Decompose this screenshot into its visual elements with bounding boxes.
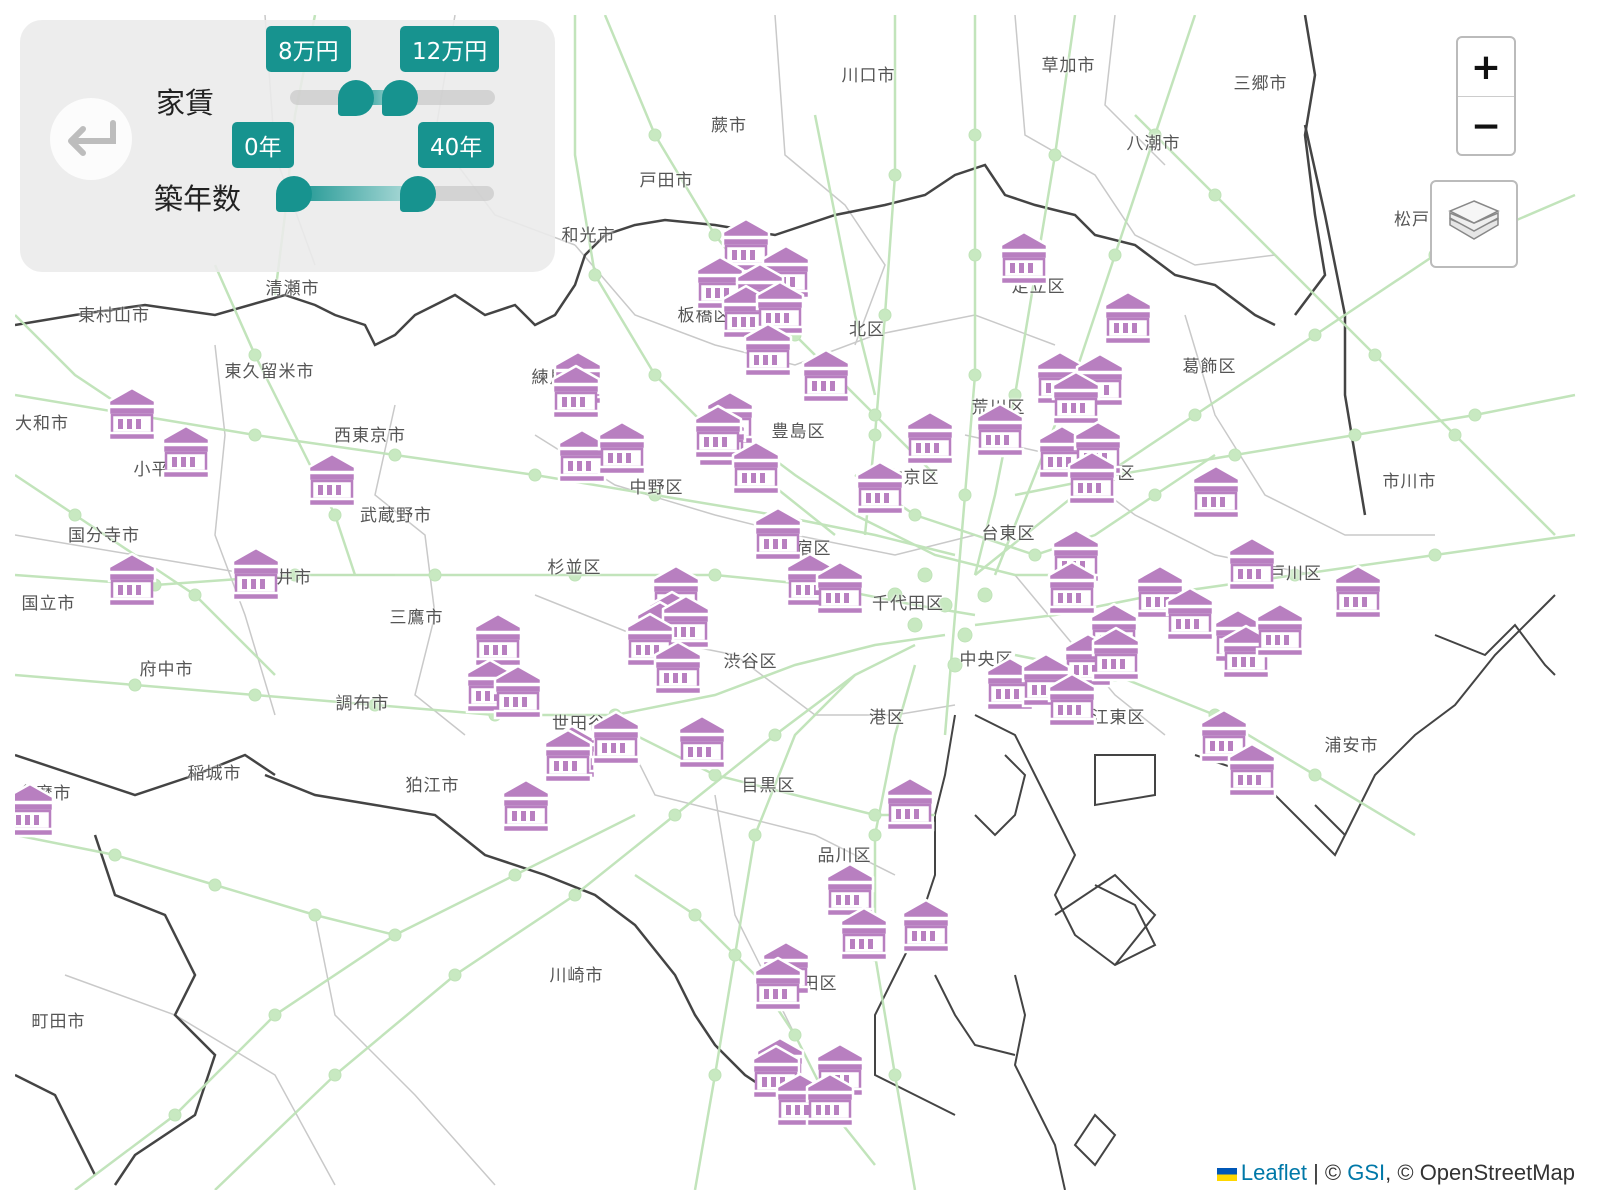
rent-label: 家賃 [156,86,215,120]
place-label: 目黒区 [741,776,796,796]
place-label: 稲城市 [187,764,242,784]
property-marker-icon[interactable] [903,409,957,467]
place-label: 渋谷区 [723,652,778,672]
place-label: 戸田市 [639,171,694,191]
property-marker-icon[interactable] [997,229,1051,287]
attribution-separator: | © [1306,1160,1348,1185]
property-marker-icon[interactable] [589,709,643,767]
place-label: 北区 [849,320,885,340]
place-label: 江東区 [1091,708,1146,728]
property-marker-icon[interactable] [1045,671,1099,729]
layers-icon [1448,200,1500,240]
layers-button[interactable] [1430,180,1518,268]
place-label: 三郷市 [1233,74,1288,94]
place-label: 府中市 [139,660,194,680]
property-marker-icon[interactable] [105,385,159,443]
place-label: 葛飾区 [1182,357,1237,377]
place-label: 国分寺市 [68,526,140,546]
property-marker-icon[interactable] [899,897,953,955]
property-marker-icon[interactable] [883,775,937,833]
ukraine-flag-icon [1216,1167,1237,1181]
property-marker-icon[interactable] [15,781,57,839]
leaflet-link[interactable]: Leaflet [1241,1160,1307,1185]
property-marker-icon[interactable] [729,439,783,497]
place-label: 武蔵野市 [360,506,432,526]
place-label: 清瀬市 [265,279,320,299]
place-label: 川崎市 [549,966,604,986]
property-marker-icon[interactable] [595,419,649,477]
property-marker-icon[interactable] [491,663,545,721]
property-marker-icon[interactable] [305,451,359,509]
return-arrow-icon [68,120,116,156]
filter-panel: 家賃 8万円 12万円 築年数 0年 40年 [20,20,555,272]
age-max-handle[interactable] [400,176,436,212]
place-label: 台東区 [981,524,1036,544]
rent-max-tooltip: 12万円 [400,26,500,72]
place-label: 市川市 [1382,472,1437,492]
place-label: 東久留米市 [224,362,315,382]
property-marker-icon[interactable] [837,905,891,963]
place-label: 西東京市 [334,426,406,446]
place-label: 浦安市 [1324,736,1379,756]
rent-max-handle[interactable] [382,80,418,116]
property-marker-icon[interactable] [1163,585,1217,643]
property-marker-icon[interactable] [973,401,1027,459]
property-marker-icon[interactable] [499,777,553,835]
property-marker-icon[interactable] [1331,563,1385,621]
property-marker-icon[interactable] [1225,535,1279,593]
place-label: 千代田区 [872,594,944,614]
age-min-handle[interactable] [276,176,312,212]
place-label: 港区 [869,708,905,728]
place-label: 蕨市 [711,116,747,136]
property-marker-icon[interactable] [1189,463,1243,521]
place-label: 町田市 [31,1012,86,1032]
place-label: 和光市 [561,226,616,246]
place-label: 国立市 [21,594,76,614]
property-marker-icon[interactable] [675,713,729,771]
rent-min-handle[interactable] [338,80,374,116]
place-label: 草加市 [1041,56,1096,76]
age-label: 築年数 [154,182,242,216]
property-marker-icon[interactable] [159,423,213,481]
zoom-in-button[interactable]: + [1458,38,1514,97]
property-marker-icon[interactable] [751,955,805,1013]
place-label: 松戸 [1394,210,1430,230]
place-label: 三鷹市 [389,608,444,628]
property-marker-icon[interactable] [1065,449,1119,507]
place-label: 東大和市 [15,414,69,434]
place-label: 杉並区 [547,558,602,578]
osm-credit: , © OpenStreetMap [1385,1160,1575,1185]
property-marker-icon[interactable] [105,551,159,609]
gsi-link[interactable]: GSI [1347,1160,1385,1185]
property-marker-icon[interactable] [741,321,795,379]
age-max-tooltip: 40年 [418,122,495,168]
property-marker-icon[interactable] [1225,741,1279,799]
rent-min-tooltip: 8万円 [266,26,351,72]
place-label: 川口市 [841,66,896,86]
property-marker-icon[interactable] [803,1071,857,1129]
map-attribution: Leaflet | © GSI, © OpenStreetMap [1206,1156,1585,1190]
property-marker-icon[interactable] [229,545,283,603]
place-label: 調布市 [335,694,390,714]
property-marker-icon[interactable] [651,639,705,697]
property-marker-icon[interactable] [853,459,907,517]
property-marker-icon[interactable] [799,347,853,405]
property-marker-icon[interactable] [813,559,867,617]
property-marker-icon[interactable] [549,363,603,421]
zoom-control: + − [1456,36,1516,156]
place-label: 東村山市 [78,306,150,326]
place-label: 狛江市 [405,776,460,796]
property-marker-icon[interactable] [1101,289,1155,347]
place-label: 八潮市 [1126,134,1181,154]
back-button[interactable] [50,98,132,180]
property-marker-icon[interactable] [1253,601,1307,659]
age-min-tooltip: 0年 [232,122,294,168]
zoom-out-button[interactable]: − [1458,97,1514,155]
